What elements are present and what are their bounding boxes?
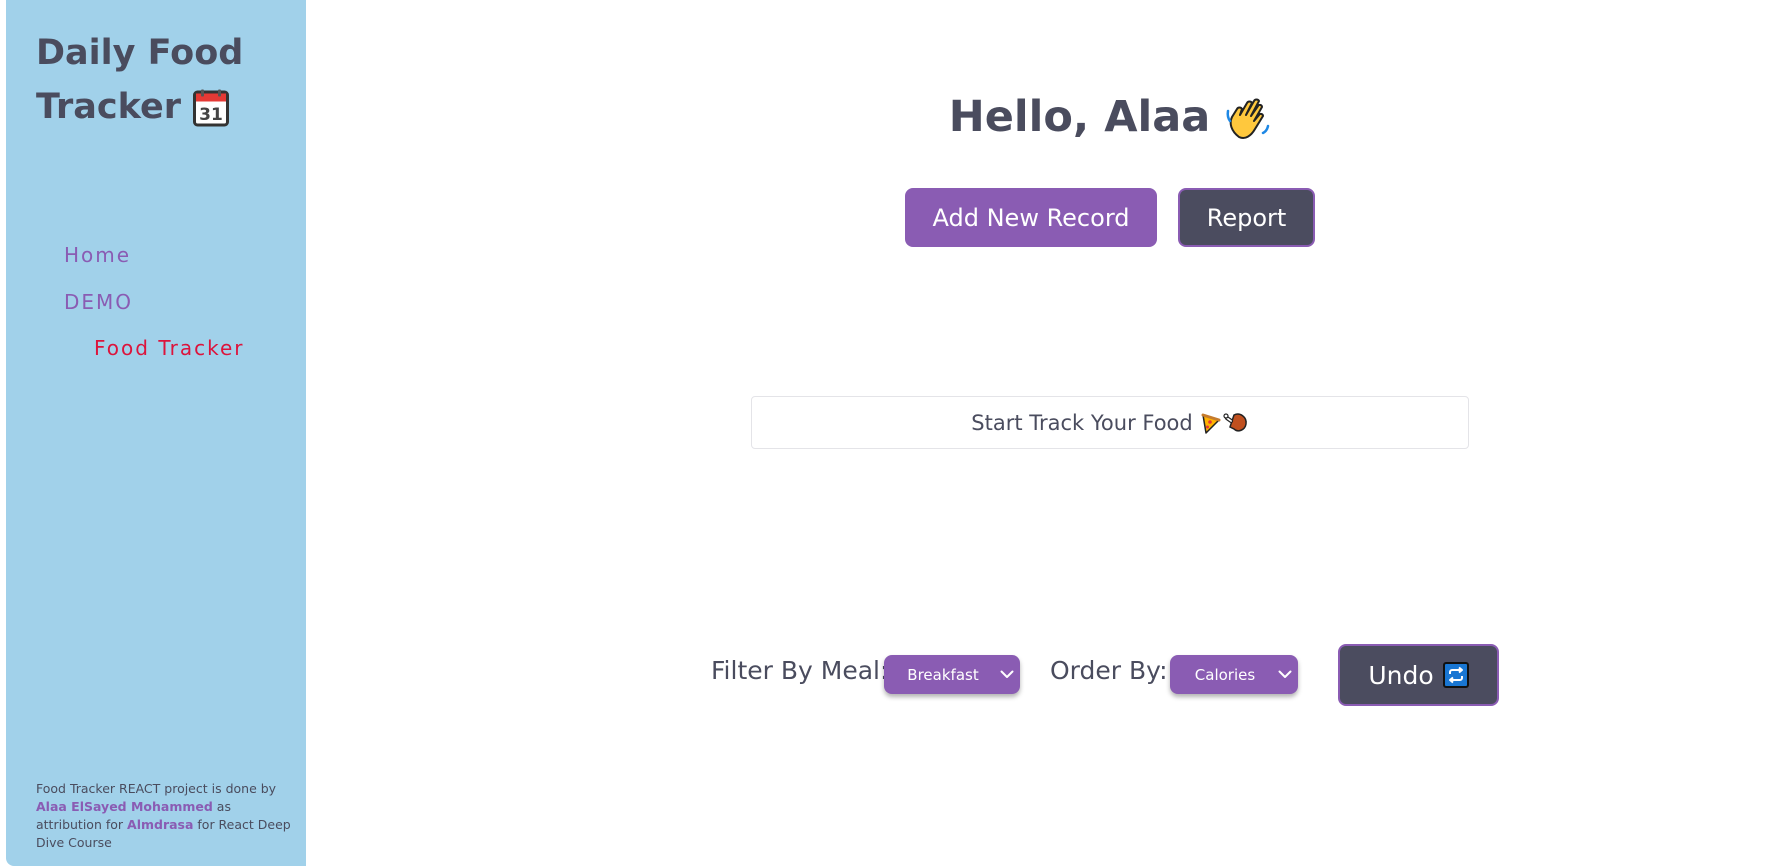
greeting-text: Hello, Alaa — [948, 92, 1211, 142]
sidebar: Daily Food Tracker 31 Home DEMO Food Tra… — [6, 0, 306, 866]
meal-filter-select[interactable]: Breakfast — [884, 655, 1020, 694]
greeting-heading: Hello, Alaa — [860, 92, 1360, 143]
undo-label: Undo — [1368, 660, 1434, 690]
calendar-icon: 31 — [193, 89, 230, 127]
order-by-value: Calories — [1194, 665, 1256, 684]
empty-state-message: Start Track Your Food — [751, 396, 1469, 449]
filter-by-meal-label: Filter By Meal: — [711, 656, 889, 685]
order-by-select[interactable]: Calories — [1170, 655, 1298, 694]
app-title: Daily Food Tracker 31 — [36, 26, 286, 134]
add-new-record-button[interactable]: Add New Record — [905, 188, 1157, 247]
empty-state-text: Start Track Your Food — [971, 410, 1193, 435]
chevron-down-icon — [994, 670, 1020, 679]
sidebar-footer: Food Tracker REACT project is done by Al… — [36, 780, 296, 852]
nav-food-tracker-link[interactable]: Food Tracker — [94, 336, 244, 360]
nav-home-link[interactable]: Home — [64, 243, 131, 267]
footer-author-link[interactable]: Alaa ElSayed Mohammed — [36, 799, 213, 814]
nav-demo-link[interactable]: DEMO — [64, 290, 133, 314]
svg-text:31: 31 — [199, 105, 223, 125]
report-button[interactable]: Report — [1178, 188, 1315, 247]
chevron-down-icon — [1272, 670, 1298, 679]
order-by-label: Order By: — [1050, 656, 1168, 685]
meal-filter-value: Breakfast — [907, 665, 979, 684]
pizza-icon — [1201, 412, 1221, 434]
drumstick-icon — [1223, 411, 1249, 435]
repeat-icon — [1442, 662, 1469, 688]
undo-button[interactable]: Undo — [1338, 644, 1499, 706]
waving-hand-icon — [1225, 97, 1271, 143]
footer-text-start: Food Tracker REACT project is done by — [36, 781, 277, 796]
footer-org-link[interactable]: Almdrasa — [127, 817, 193, 832]
